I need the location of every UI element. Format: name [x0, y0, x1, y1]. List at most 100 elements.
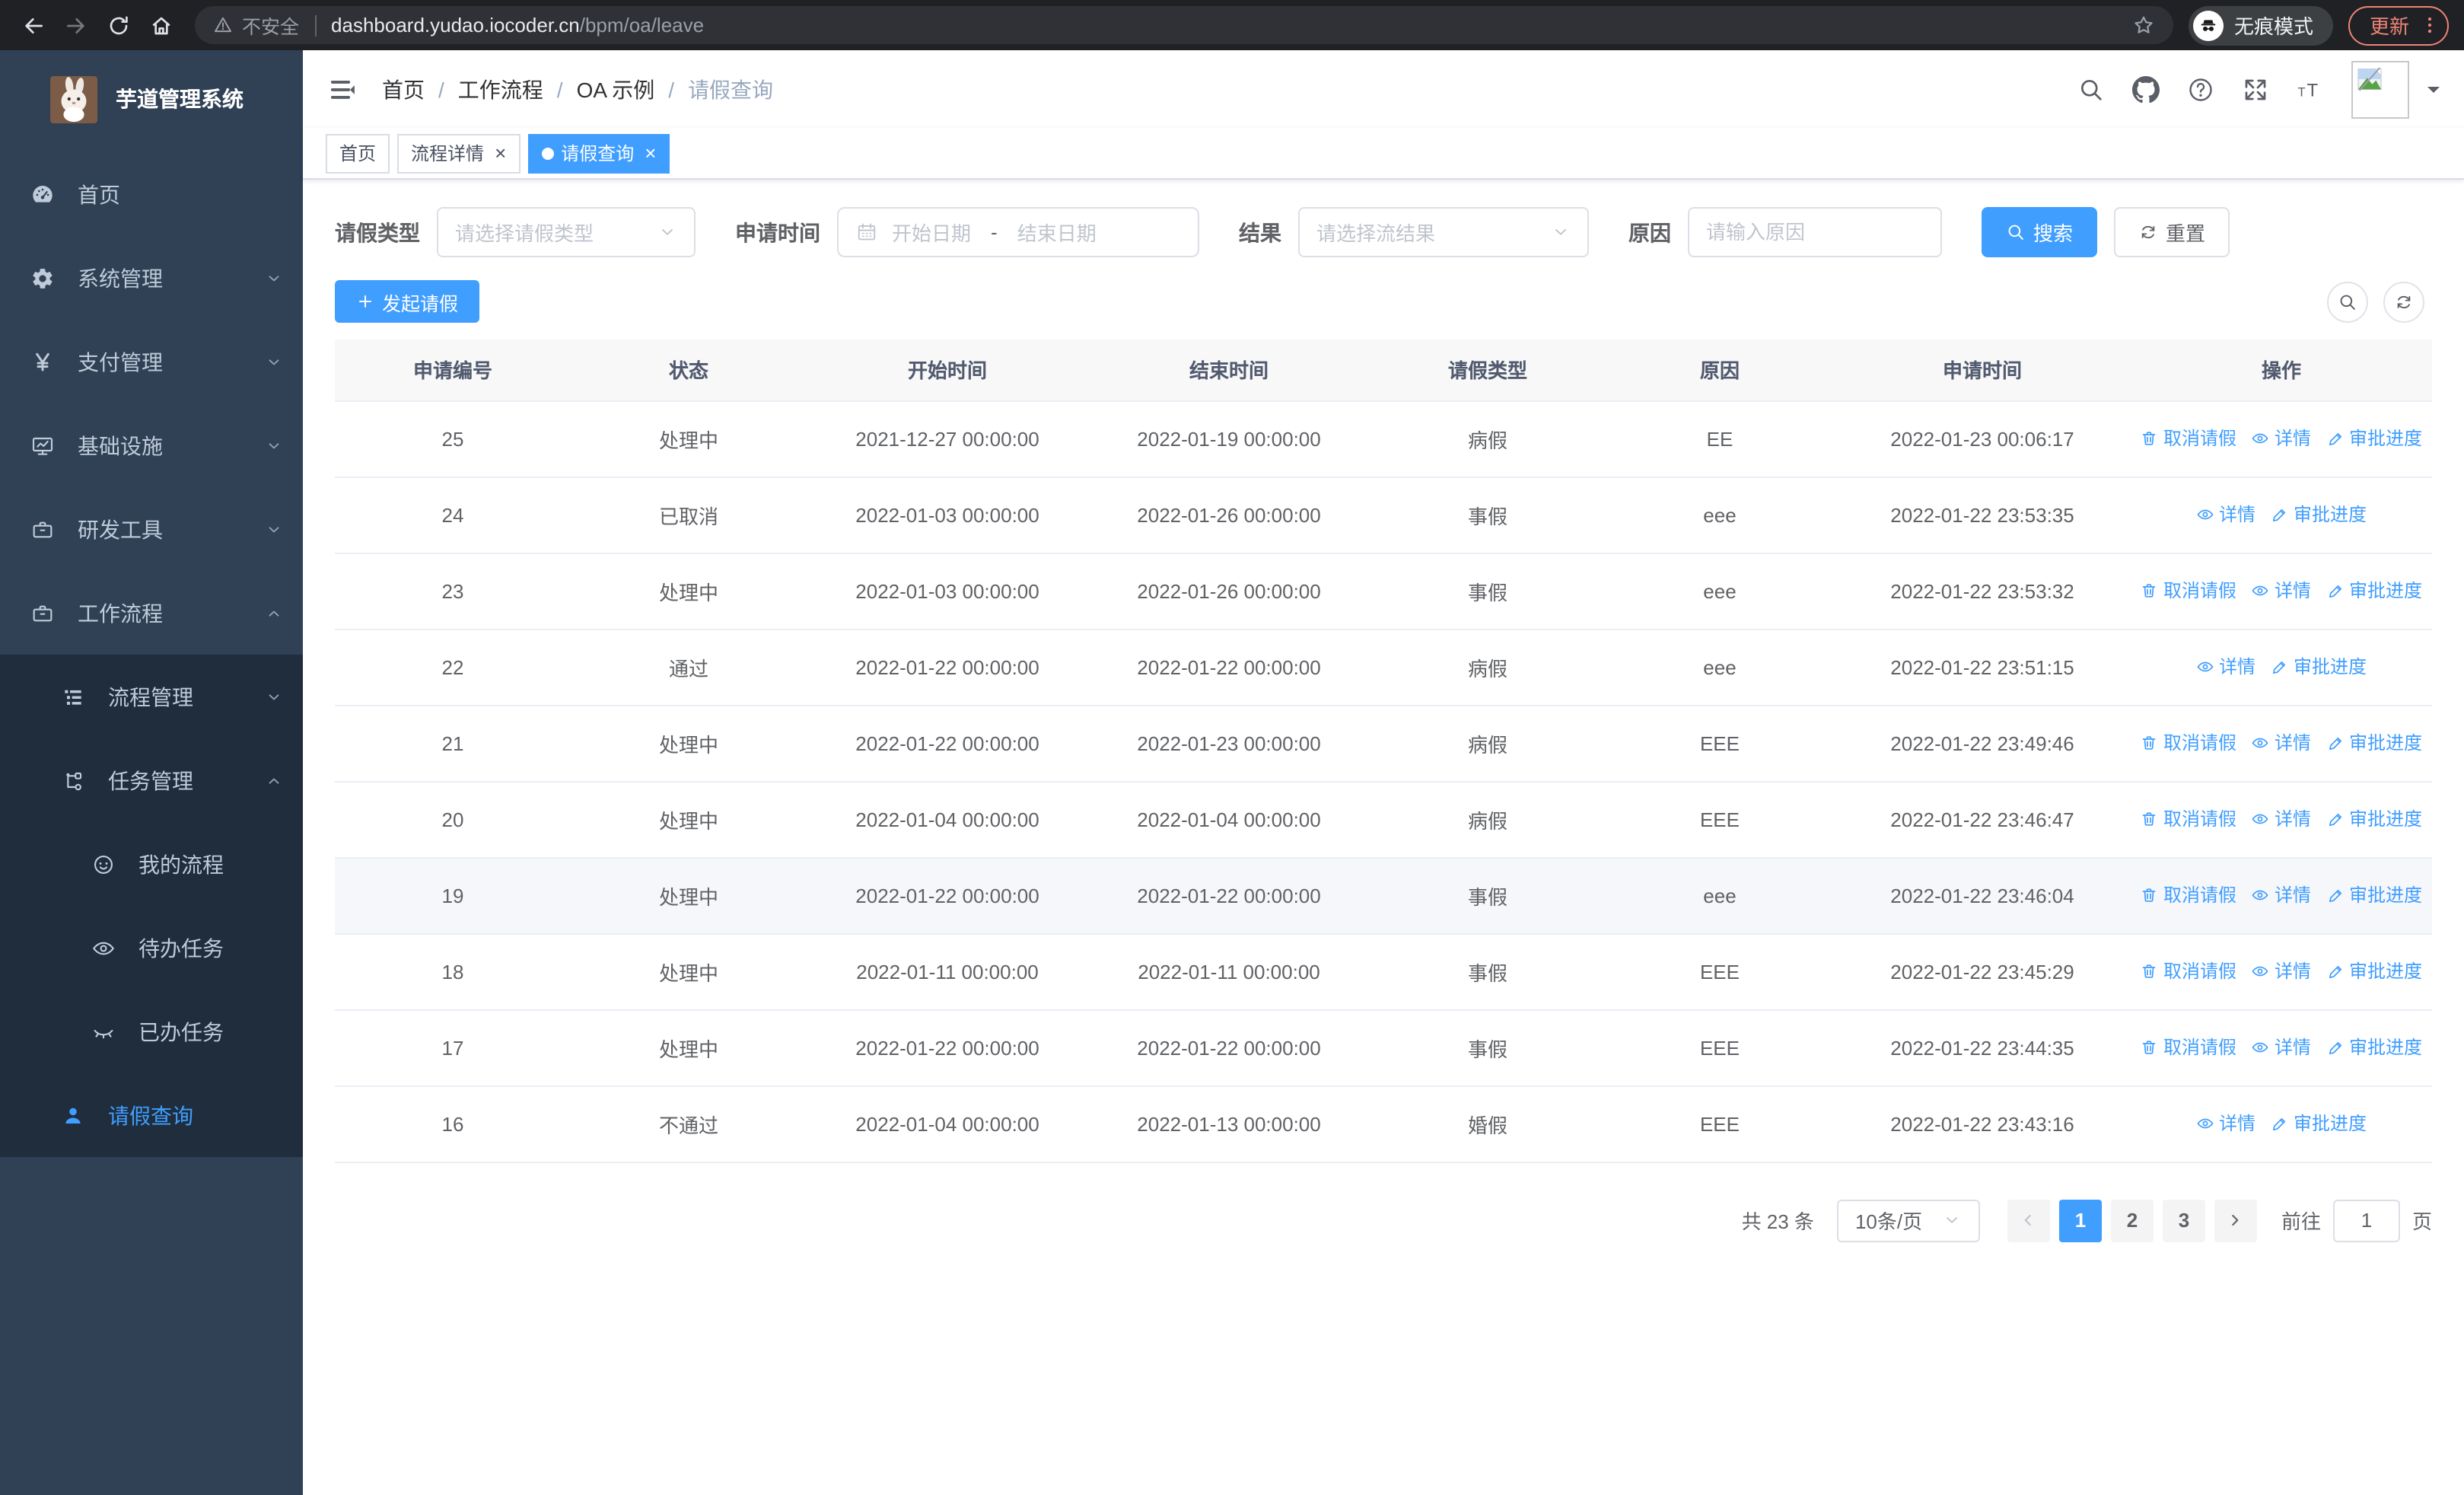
- progress-action-link[interactable]: 审批进度: [2271, 1111, 2367, 1136]
- page-3-button[interactable]: 3: [2162, 1199, 2205, 1242]
- refresh-table-button[interactable]: [2383, 281, 2424, 322]
- sidebar-item-home[interactable]: 首页: [0, 152, 303, 236]
- sidebar-item-my-process[interactable]: 我的流程: [0, 822, 303, 906]
- tab-leave-query[interactable]: 请假查询 ×: [527, 133, 670, 173]
- detail-action-link[interactable]: 详情: [2196, 1111, 2255, 1136]
- detail-action-link[interactable]: 详情: [2252, 730, 2311, 756]
- more-dots-icon[interactable]: [2418, 14, 2441, 37]
- back-icon[interactable]: [21, 13, 46, 37]
- progress-action-link[interactable]: 审批进度: [2271, 654, 2367, 680]
- sidebar-item-todo-tasks[interactable]: 待办任务: [0, 906, 303, 990]
- create-leave-button[interactable]: 发起请假: [335, 280, 480, 323]
- reload-icon[interactable]: [107, 13, 131, 37]
- result-select[interactable]: 请选择流结果: [1298, 207, 1589, 257]
- progress-action-link[interactable]: 审批进度: [2271, 502, 2367, 528]
- date-range-picker[interactable]: 开始日期 - 结束日期: [837, 207, 1199, 257]
- cancel-action-link[interactable]: 取消请假: [2141, 578, 2236, 604]
- fullscreen-icon[interactable]: [2242, 75, 2269, 103]
- detail-action-link[interactable]: 详情: [2252, 882, 2311, 908]
- caret-down-icon[interactable]: [2427, 87, 2440, 99]
- prev-page-button[interactable]: [2007, 1199, 2050, 1242]
- next-page-button[interactable]: [2214, 1199, 2257, 1242]
- table-cell: 2022-01-22 00:00:00: [807, 857, 1088, 934]
- page-1-button[interactable]: 1: [2058, 1199, 2102, 1242]
- table-cell: 2022-01-26 00:00:00: [1088, 477, 1370, 553]
- question-icon[interactable]: [2187, 75, 2214, 103]
- progress-action-link[interactable]: 审批进度: [2326, 882, 2422, 908]
- page-2-button[interactable]: 2: [2110, 1199, 2154, 1242]
- breadcrumb-item-0[interactable]: 首页: [382, 74, 425, 104]
- table-cell: 2022-01-22 00:00:00: [1088, 857, 1370, 934]
- toggle-search-button[interactable]: [2327, 281, 2368, 322]
- font-size-icon[interactable]: [2297, 75, 2324, 103]
- goto-label: 前往: [2281, 1210, 2321, 1233]
- progress-action-link[interactable]: 审批进度: [2326, 806, 2422, 832]
- detail-action-link[interactable]: 详情: [2252, 958, 2311, 984]
- leave-type-select[interactable]: 请选择请假类型: [437, 207, 696, 257]
- page-size-select[interactable]: 10条/页: [1836, 1199, 1980, 1242]
- sidebar-item-workflow[interactable]: 工作流程: [0, 571, 303, 655]
- table-cell: 2022-01-19 00:00:00: [1088, 400, 1370, 477]
- eye-icon: [2252, 429, 2270, 448]
- cancel-action-link[interactable]: 取消请假: [2141, 1034, 2236, 1060]
- cancel-action-link[interactable]: 取消请假: [2141, 730, 2236, 756]
- close-icon[interactable]: ×: [495, 142, 506, 162]
- address-bar[interactable]: 不安全 dashboard.yudao.iocoder.cn/bpm/oa/le…: [195, 6, 2173, 44]
- sidebar-item-infrastructure[interactable]: 基础设施: [0, 403, 303, 487]
- hamburger-icon[interactable]: [327, 74, 358, 104]
- reset-button-label: 重置: [2166, 222, 2206, 245]
- site-security[interactable]: 不安全: [213, 11, 299, 40]
- close-icon[interactable]: ×: [645, 142, 656, 162]
- breadcrumb-item-2[interactable]: OA 示例: [577, 74, 655, 104]
- sidebar-item-payment-management[interactable]: 支付管理: [0, 320, 303, 403]
- github-icon[interactable]: [2132, 75, 2160, 103]
- face-icon: [91, 852, 116, 876]
- update-chip[interactable]: 更新: [2348, 5, 2449, 45]
- avatar[interactable]: [2351, 60, 2409, 118]
- progress-action-link[interactable]: 审批进度: [2326, 1034, 2422, 1060]
- cancel-action-link[interactable]: 取消请假: [2141, 958, 2236, 984]
- trash-icon: [2141, 1038, 2159, 1057]
- sidebar-item-leave-query[interactable]: 请假查询: [0, 1073, 303, 1157]
- detail-action-link[interactable]: 详情: [2252, 426, 2311, 451]
- detail-action-label: 详情: [2218, 504, 2255, 526]
- detail-action-link[interactable]: 详情: [2252, 806, 2311, 832]
- detail-action-link[interactable]: 详情: [2196, 654, 2255, 680]
- search-icon[interactable]: [2077, 75, 2105, 103]
- tab-process-detail[interactable]: 流程详情 ×: [397, 133, 520, 173]
- progress-action-link[interactable]: 审批进度: [2326, 730, 2422, 756]
- table-cell: 21: [335, 705, 571, 782]
- table-cell: 病假: [1370, 400, 1606, 477]
- detail-action-link[interactable]: 详情: [2252, 1034, 2311, 1060]
- table-cell: 2022-01-22 23:53:35: [1834, 477, 2131, 553]
- cancel-action-link[interactable]: 取消请假: [2141, 806, 2236, 832]
- detail-action-link[interactable]: 详情: [2252, 578, 2311, 604]
- sidebar-item-process-management[interactable]: 流程管理: [0, 655, 303, 738]
- table-cell: 事假: [1370, 933, 1606, 1010]
- home-icon[interactable]: [149, 13, 173, 37]
- sidebar-item-dev-tools[interactable]: 研发工具: [0, 487, 303, 571]
- tab-home[interactable]: 首页: [326, 133, 390, 173]
- cancel-action-link[interactable]: 取消请假: [2141, 426, 2236, 451]
- progress-action-link[interactable]: 审批进度: [2326, 578, 2422, 604]
- cancel-action-link[interactable]: 取消请假: [2141, 882, 2236, 908]
- reason-input[interactable]: [1706, 221, 1924, 244]
- bookmark-button[interactable]: [2132, 11, 2155, 39]
- sidebar-item-done-tasks[interactable]: 已办任务: [0, 990, 303, 1073]
- tab-label: 请假查询: [561, 143, 635, 164]
- detail-action-link[interactable]: 详情: [2196, 502, 2255, 528]
- progress-action-link[interactable]: 审批进度: [2326, 958, 2422, 984]
- dashboard-icon: [30, 182, 55, 206]
- breadcrumb-item-1[interactable]: 工作流程: [458, 74, 543, 104]
- cancel-action-label: 取消请假: [2163, 428, 2236, 450]
- sidebar-item-task-management[interactable]: 任务管理: [0, 738, 303, 822]
- progress-action-link[interactable]: 审批进度: [2326, 426, 2422, 451]
- logo-row[interactable]: 芋道管理系统: [0, 61, 303, 137]
- reset-button[interactable]: 重置: [2114, 207, 2230, 257]
- table-row: 18 处理中 2022-01-11 00:00:00 2022-01-11 00:00…: [335, 933, 2432, 1010]
- trash-icon: [2141, 429, 2159, 448]
- sidebar-item-system-management[interactable]: 系统管理: [0, 236, 303, 320]
- search-button[interactable]: 搜索: [1982, 207, 2098, 257]
- goto-page-input[interactable]: [2332, 1199, 2400, 1242]
- forward-icon[interactable]: [64, 13, 88, 37]
